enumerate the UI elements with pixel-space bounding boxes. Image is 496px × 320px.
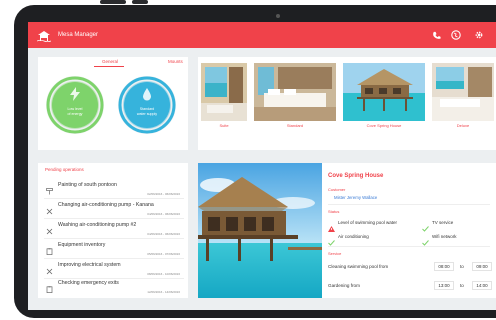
operation-item[interactable]: Washing air-conditioning pump #2 04/06/2… bbox=[44, 220, 184, 240]
clipboard-icon bbox=[46, 280, 53, 293]
power-button bbox=[132, 0, 148, 4]
service-to-label: to bbox=[460, 283, 464, 288]
operation-text: Painting of south pontoon bbox=[58, 182, 117, 188]
energy-label-line1: Low level bbox=[67, 107, 83, 111]
check-icon bbox=[422, 233, 429, 246]
phone-icon[interactable] bbox=[430, 29, 442, 41]
thumbnail-caption: Deluxe bbox=[432, 121, 494, 131]
service-to-label: to bbox=[460, 264, 464, 269]
gallery-thumbnail[interactable]: Cove Spring House bbox=[343, 63, 425, 131]
operation-text: Improving electrical system bbox=[58, 262, 121, 268]
operation-item[interactable]: Painting of south pontoon 02/06/2016 - 0… bbox=[44, 180, 184, 200]
water-gauge: Standard water supply bbox=[116, 74, 178, 136]
service-to-time[interactable]: 14:00 bbox=[472, 281, 492, 290]
service-section-label: Service bbox=[328, 251, 342, 256]
tab-bar: General Mounts bbox=[38, 57, 186, 67]
tools-icon bbox=[46, 262, 53, 275]
app-logo-icon bbox=[36, 29, 52, 43]
operation-date: 05/06/2016 - 07/06/2016 bbox=[147, 252, 180, 256]
warning-icon bbox=[328, 219, 335, 232]
divider bbox=[328, 246, 490, 247]
top-bar: Mesa Manager bbox=[28, 22, 496, 48]
operation-text: Equipment inventory bbox=[58, 242, 106, 248]
status-item-text: Air conditioning bbox=[338, 234, 369, 239]
gallery-card: Suite Standard Cove Spring House Deluxe bbox=[198, 57, 496, 150]
customer-section-label: Customer bbox=[328, 187, 346, 192]
service-name: Gardening from bbox=[328, 283, 360, 288]
status-item-text: TV service bbox=[432, 220, 454, 225]
operation-item[interactable]: Changing air-conditioning pump - Kanana … bbox=[44, 200, 184, 220]
status-section-label: Status bbox=[328, 209, 340, 214]
tab-general[interactable]: General bbox=[102, 59, 118, 64]
paint-roller-icon bbox=[46, 182, 53, 195]
energy-gauge: Low level of energy bbox=[44, 74, 106, 136]
front-camera bbox=[276, 14, 280, 18]
divider bbox=[44, 218, 184, 219]
status-item-text: Level of swimming pool water bbox=[338, 220, 398, 225]
globe-icon[interactable] bbox=[450, 29, 462, 41]
check-icon bbox=[328, 233, 335, 246]
house-detail-card: Cove Spring House Customer Mister Jeremy… bbox=[198, 163, 496, 298]
water-label-line1: Standard bbox=[139, 107, 155, 111]
app-screen: Mesa Manager General Mounts Low level of… bbox=[28, 22, 496, 310]
house-title: Cove Spring House bbox=[328, 173, 384, 179]
lightning-icon bbox=[69, 87, 81, 106]
check-icon bbox=[422, 219, 429, 232]
water-label-line2: water supply bbox=[136, 112, 158, 116]
operation-date: 04/06/2016 - 06/06/2016 bbox=[147, 232, 180, 236]
house-photo bbox=[198, 163, 322, 298]
operation-item[interactable]: Equipment inventory 05/06/2016 - 07/06/2… bbox=[44, 240, 184, 260]
water-drop-icon bbox=[142, 88, 152, 106]
operation-text: Checking emergency exits bbox=[58, 280, 119, 286]
thumbnail-caption: Standard bbox=[254, 121, 336, 131]
divider bbox=[328, 204, 490, 205]
service-from-time[interactable]: 13:00 bbox=[434, 281, 454, 290]
pending-operations-title: Pending operations bbox=[45, 167, 84, 172]
volume-button bbox=[100, 0, 126, 4]
settings-icon[interactable] bbox=[473, 29, 485, 41]
app-title: Mesa Manager bbox=[58, 32, 99, 38]
operation-text: Washing air-conditioning pump #2 bbox=[58, 222, 137, 228]
customer-name-link[interactable]: Mister Jeremy Wallace bbox=[334, 195, 377, 200]
gallery-thumbnail[interactable]: Standard bbox=[254, 63, 336, 131]
clipboard-icon bbox=[46, 242, 53, 255]
tools-icon bbox=[46, 222, 53, 235]
divider bbox=[44, 258, 184, 259]
pending-operations-card: Pending operations Painting of south pon… bbox=[38, 163, 188, 298]
service-name: Cleaning swimming pool from bbox=[328, 264, 389, 269]
operation-text: Changing air-conditioning pump - Kanana bbox=[58, 202, 154, 208]
operation-item[interactable]: Improving electrical system 08/06/2016 -… bbox=[44, 260, 184, 280]
operation-item[interactable]: Checking emergency exits 12/06/2016 - 14… bbox=[44, 278, 184, 298]
divider bbox=[44, 198, 184, 199]
divider bbox=[44, 238, 184, 239]
service-from-time[interactable]: 08:00 bbox=[434, 262, 454, 271]
thumbnail-caption: Cove Spring House bbox=[343, 121, 425, 131]
gallery-thumbnail[interactable]: Suite bbox=[201, 63, 247, 131]
general-card: General Mounts Low level of energy Stand… bbox=[38, 57, 188, 150]
active-tab-indicator bbox=[94, 66, 124, 67]
tab-mounts[interactable]: Mounts bbox=[168, 59, 183, 64]
operation-date: 02/06/2016 - 06/06/2016 bbox=[147, 192, 180, 196]
tools-icon bbox=[46, 202, 53, 215]
status-item-text: Wifi network bbox=[432, 234, 457, 239]
service-to-time[interactable]: 09:00 bbox=[472, 262, 492, 271]
thumbnail-caption: Suite bbox=[201, 121, 247, 131]
operation-date: 04/06/2016 - 06/06/2016 bbox=[147, 212, 180, 216]
operation-date: 12/06/2016 - 14/06/2016 bbox=[147, 290, 180, 294]
energy-label-line2: of energy bbox=[67, 112, 83, 116]
operation-date: 08/06/2016 - 10/06/2016 bbox=[147, 272, 180, 276]
gallery-thumbnail[interactable]: Deluxe bbox=[432, 63, 494, 131]
